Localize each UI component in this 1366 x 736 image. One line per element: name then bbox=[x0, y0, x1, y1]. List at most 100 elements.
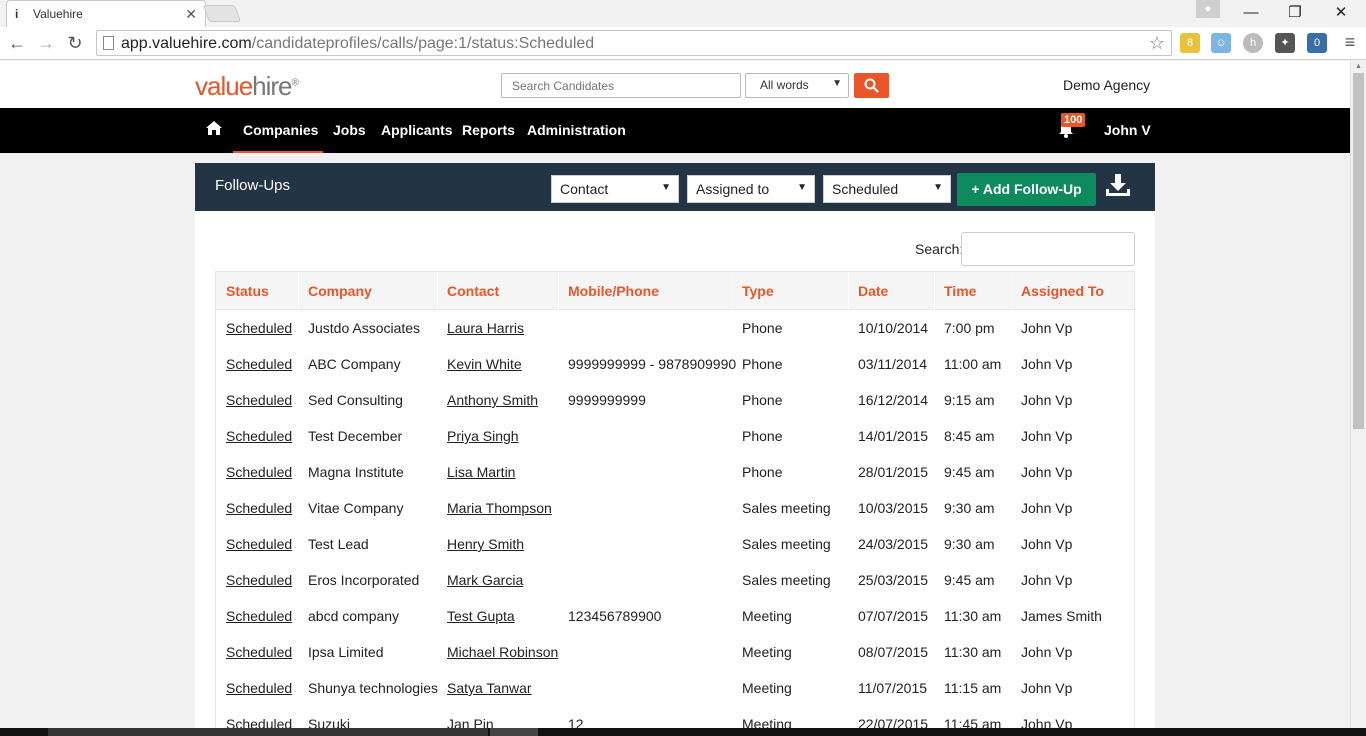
tab-title: Valuehire bbox=[33, 7, 83, 21]
forward-icon[interactable]: → bbox=[34, 32, 58, 54]
cell-contact[interactable]: Jan Pin bbox=[447, 716, 494, 728]
cell-contact[interactable]: Anthony Smith bbox=[447, 392, 538, 408]
status-filter-select[interactable]: Scheduled ▼ bbox=[823, 175, 951, 203]
extension-icon[interactable]: 8 bbox=[1180, 33, 1200, 53]
cell-assigned: John Vp bbox=[1021, 572, 1073, 588]
col-date[interactable]: Date bbox=[858, 283, 888, 299]
extension-icon[interactable]: 0 bbox=[1307, 33, 1327, 53]
match-mode-select[interactable]: All words ▼ bbox=[745, 73, 849, 98]
cell-status[interactable]: Scheduled bbox=[226, 644, 292, 660]
nav-companies[interactable]: Companies bbox=[243, 122, 318, 138]
table-search-input[interactable] bbox=[961, 232, 1135, 266]
cell-contact[interactable]: Test Gupta bbox=[447, 608, 515, 624]
cell-type: Phone bbox=[742, 392, 783, 408]
close-window-button[interactable]: ✕ bbox=[1318, 0, 1364, 26]
search-candidates-input[interactable] bbox=[501, 73, 741, 98]
user-menu[interactable]: John V bbox=[1104, 122, 1151, 138]
cell-status[interactable]: Scheduled bbox=[226, 608, 292, 624]
browser-tab[interactable]: i Valuehire ✕ bbox=[6, 0, 206, 27]
scroll-up-icon[interactable]: ▲ bbox=[1355, 63, 1362, 70]
nav-applicants[interactable]: Applicants bbox=[381, 122, 453, 138]
cell-status[interactable]: Scheduled bbox=[226, 572, 292, 588]
col-contact[interactable]: Contact bbox=[447, 283, 499, 299]
cell-company: Test Lead bbox=[308, 536, 369, 552]
cell-type: Phone bbox=[742, 428, 783, 444]
cell-status[interactable]: Scheduled bbox=[226, 536, 292, 552]
cell-company: Justdo Associates bbox=[308, 320, 421, 336]
table-row: Scheduled ABC Company Kevin White 999999999… bbox=[216, 346, 1134, 382]
cell-assigned: John Vp bbox=[1021, 716, 1073, 728]
cell-contact[interactable]: Michael Robinson bbox=[447, 644, 558, 660]
cell-time: 9:45 am bbox=[944, 572, 995, 588]
cell-contact[interactable]: Mark Garcia bbox=[447, 572, 523, 588]
favicon-icon: i bbox=[15, 7, 19, 21]
cell-type: Sales meeting bbox=[742, 500, 831, 516]
minimize-button[interactable]: — bbox=[1228, 0, 1274, 26]
col-time[interactable]: Time bbox=[944, 283, 976, 299]
cell-contact[interactable]: Laura Harris bbox=[447, 320, 524, 336]
contact-filter-select[interactable]: Contact ▼ bbox=[551, 175, 679, 203]
cell-type: Phone bbox=[742, 356, 783, 372]
cell-status[interactable]: Scheduled bbox=[226, 716, 292, 728]
star-icon[interactable]: ☆ bbox=[1149, 33, 1165, 54]
cell-status[interactable]: Scheduled bbox=[226, 356, 292, 372]
address-bar[interactable]: app.valuehire.com/candidateprofiles/call… bbox=[96, 30, 1172, 56]
restore-button[interactable]: ❐ bbox=[1272, 0, 1318, 26]
agency-name[interactable]: Demo Agency bbox=[1063, 77, 1150, 93]
search-button[interactable] bbox=[854, 73, 889, 98]
cell-time: 9:45 am bbox=[944, 464, 995, 480]
col-phone[interactable]: Mobile/Phone bbox=[568, 283, 659, 299]
add-followup-button[interactable]: + Add Follow-Up bbox=[957, 173, 1096, 206]
table-row: Scheduled Ipsa Limited Michael Robinson Mee… bbox=[216, 634, 1134, 670]
cell-phone: 123456789900 bbox=[568, 608, 662, 624]
extension-icon[interactable]: h bbox=[1243, 33, 1263, 53]
table-row: Scheduled Shunya technologies Satya Tanwar… bbox=[216, 670, 1134, 706]
cell-contact[interactable]: Kevin White bbox=[447, 356, 522, 372]
col-type[interactable]: Type bbox=[742, 283, 774, 299]
page-scrollbar[interactable]: ▲ bbox=[1350, 61, 1366, 728]
cell-date: 11/07/2015 bbox=[858, 680, 928, 696]
menu-icon[interactable]: ≡ bbox=[1338, 31, 1362, 53]
cell-contact[interactable]: Lisa Martin bbox=[447, 464, 515, 480]
cell-company: Sed Consulting bbox=[308, 392, 403, 408]
browser-toolbar: ← → ↻ app.valuehire.com/candidateprofile… bbox=[0, 27, 1366, 60]
table-row: Scheduled Sed Consulting Anthony Smith 9999… bbox=[216, 382, 1134, 418]
cell-type: Phone bbox=[742, 464, 783, 480]
search-icon bbox=[864, 78, 879, 93]
cell-status[interactable]: Scheduled bbox=[226, 320, 292, 336]
col-company[interactable]: Company bbox=[308, 283, 372, 299]
cell-time: 8:45 am bbox=[944, 428, 995, 444]
home-icon[interactable] bbox=[205, 120, 223, 139]
cell-date: 24/03/2015 bbox=[858, 536, 929, 552]
caret-down-icon: ▼ bbox=[797, 182, 807, 193]
extension-icon[interactable]: ✦ bbox=[1275, 33, 1295, 53]
download-icon[interactable] bbox=[1105, 173, 1131, 200]
cell-status[interactable]: Scheduled bbox=[226, 392, 292, 408]
cell-status[interactable]: Scheduled bbox=[226, 500, 292, 516]
cell-company: Eros Incorporated bbox=[308, 572, 420, 588]
cell-time: 11:15 am bbox=[944, 680, 1002, 696]
new-tab-button[interactable] bbox=[202, 5, 242, 22]
tab-close-icon[interactable]: ✕ bbox=[185, 6, 197, 23]
nav-reports[interactable]: Reports bbox=[462, 122, 515, 138]
nav-administration[interactable]: Administration bbox=[527, 122, 626, 138]
cell-status[interactable]: Scheduled bbox=[226, 464, 292, 480]
cell-contact[interactable]: Henry Smith bbox=[447, 536, 524, 552]
cell-contact[interactable]: Priya Singh bbox=[447, 428, 519, 444]
profile-icon[interactable]: ● bbox=[1196, 0, 1220, 18]
cell-contact[interactable]: Maria Thompson bbox=[447, 500, 552, 516]
nav-jobs[interactable]: Jobs bbox=[333, 122, 366, 138]
col-status[interactable]: Status bbox=[226, 283, 269, 299]
cell-contact[interactable]: Satya Tanwar bbox=[447, 680, 532, 696]
extension-icon[interactable]: ☺ bbox=[1211, 33, 1231, 53]
assigned-filter-select[interactable]: Assigned to ▼ bbox=[687, 175, 815, 203]
notification-badge: 100 bbox=[1061, 113, 1086, 127]
col-assigned[interactable]: Assigned To bbox=[1021, 283, 1104, 299]
reload-icon[interactable]: ↻ bbox=[63, 32, 87, 54]
logo[interactable]: valuehire® bbox=[195, 71, 299, 102]
cell-date: 08/07/2015 bbox=[858, 644, 929, 660]
cell-status[interactable]: Scheduled bbox=[226, 680, 292, 696]
scrollbar-thumb[interactable] bbox=[1353, 73, 1364, 429]
back-icon[interactable]: ← bbox=[5, 32, 29, 54]
cell-status[interactable]: Scheduled bbox=[226, 428, 292, 444]
